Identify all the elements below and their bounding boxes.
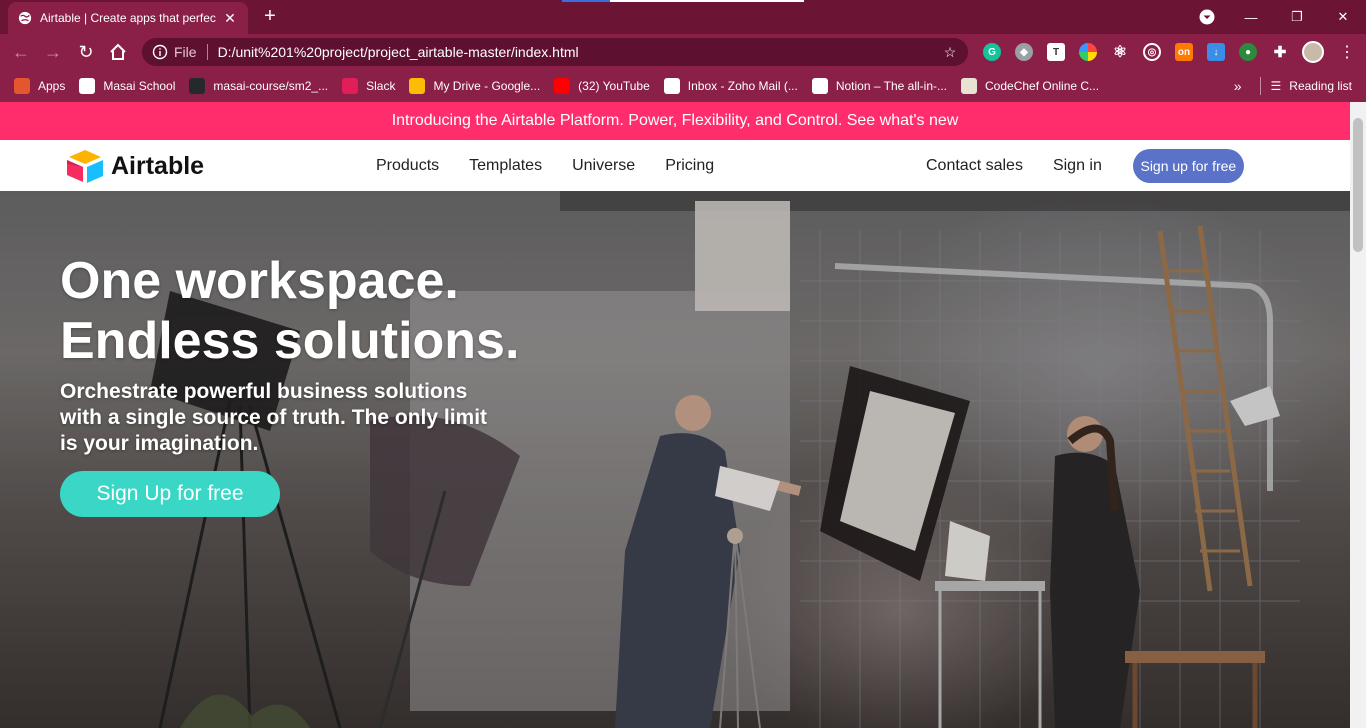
tab-loading-indicator: [562, 0, 804, 2]
reload-icon[interactable]: ↻: [73, 39, 99, 65]
hero-subtitle: Orchestrate powerful business solutions …: [60, 380, 488, 455]
bookmark-item[interactable]: (32) YouTube: [554, 78, 650, 94]
logo-text: Airtable: [111, 151, 205, 180]
webpage: Introducing the Airtable Platform. Power…: [0, 102, 1350, 728]
scrollbar-thumb[interactable]: [1353, 118, 1363, 252]
bookmark-item[interactable]: Apps: [14, 78, 65, 94]
bookmarks-right: » ☰ Reading list: [1234, 70, 1352, 102]
bookmarks-overflow-icon[interactable]: »: [1234, 78, 1242, 94]
contact-sales-link[interactable]: Contact sales: [926, 157, 1023, 175]
announcement-banner[interactable]: Introducing the Airtable Platform. Power…: [0, 102, 1350, 140]
react-devtools-icon[interactable]: ⚛: [1111, 43, 1129, 61]
bookmark-item[interactable]: Masai School: [79, 78, 175, 94]
bookmark-item[interactable]: Notion – The all-in-...: [811, 78, 947, 94]
slack-icon: [342, 78, 359, 94]
nav-signup-button[interactable]: Sign up for free: [1132, 148, 1244, 183]
hero-section: One workspace. Endless solutions. Orches…: [0, 191, 1350, 728]
globe-icon: [18, 11, 32, 25]
bookmark-label: Inbox - Zoho Mail (...: [687, 79, 798, 93]
back-icon[interactable]: ←: [8, 39, 34, 65]
target-extension-icon[interactable]: ◎: [1143, 43, 1161, 61]
info-icon[interactable]: [152, 44, 168, 60]
airtable-logo-icon: [67, 150, 103, 183]
text-extension-icon[interactable]: T: [1047, 43, 1065, 61]
hero-signup-button[interactable]: Sign Up for free: [60, 471, 280, 517]
google-drive-icon: [409, 78, 426, 94]
profile-avatar[interactable]: [1302, 41, 1324, 63]
bookmark-item[interactable]: My Drive - Google...: [409, 78, 540, 94]
bookmark-label: (32) YouTube: [578, 79, 650, 93]
bookmarks-bar: Apps Masai School masai-course/sm2_... Slac…: [0, 70, 1366, 102]
url-scheme-label: File: [174, 44, 197, 60]
bookmarks-divider: [1259, 77, 1261, 95]
eraser-extension-icon[interactable]: ◆: [1015, 43, 1033, 61]
window-close-button[interactable]: ✕: [1320, 0, 1366, 34]
reading-list-button[interactable]: Reading list: [1289, 79, 1352, 93]
download-extension-icon[interactable]: ↓: [1207, 43, 1225, 61]
hero-content: One workspace. Endless solutions. Orches…: [60, 251, 660, 517]
site-navbar: Airtable Products Templates Universe Pri…: [0, 140, 1350, 191]
grammarly-extension-icon[interactable]: G: [983, 43, 1001, 61]
extensions-puzzle-icon[interactable]: ✚: [1271, 43, 1289, 61]
bookmark-item[interactable]: CodeChef Online C...: [961, 78, 1099, 94]
new-tab-button[interactable]: +: [258, 6, 282, 28]
forward-icon[interactable]: →: [40, 39, 66, 65]
nav-link-products[interactable]: Products: [376, 157, 439, 175]
browser-toolbar: ← → ↻ File D:/unit%201%20project/project…: [0, 34, 1366, 70]
minimize-button[interactable]: —: [1228, 0, 1274, 34]
home-icon[interactable]: [105, 39, 131, 65]
primary-nav: Products Templates Universe Pricing: [376, 140, 714, 191]
codechef-icon: [961, 78, 977, 94]
color-picker-extension-icon[interactable]: [1079, 43, 1097, 61]
bookmark-label: Apps: [38, 79, 66, 93]
page-scrollbar[interactable]: [1350, 102, 1366, 728]
github-icon: [189, 78, 206, 94]
notion-icon: [811, 78, 828, 94]
browser-tabstrip: Airtable | Create apps that perfec ✕ + —…: [0, 0, 1366, 34]
bookmark-label: Masai School: [103, 79, 176, 93]
zoho-mail-icon: [663, 78, 680, 94]
address-bar[interactable]: File D:/unit%201%20project/project_airta…: [142, 38, 968, 66]
bookmark-item[interactable]: masai-course/sm2_...: [189, 78, 328, 94]
profile-dropdown-icon[interactable]: [1184, 0, 1230, 34]
hero-title: One workspace. Endless solutions.: [60, 251, 660, 371]
secondary-nav: Contact sales Sign in Sign up for free: [926, 140, 1244, 191]
apps-grid-icon: [14, 78, 30, 94]
nav-link-templates[interactable]: Templates: [469, 157, 542, 175]
bookmark-label: masai-course/sm2_...: [213, 79, 329, 93]
bookmark-label: Slack: [366, 79, 396, 93]
hero-title-line-2: Endless solutions.: [60, 312, 520, 370]
omnibox-divider: [206, 44, 208, 60]
browser-tab-airtable[interactable]: Airtable | Create apps that perfec ✕: [8, 2, 248, 34]
reading-list-icon[interactable]: ☰: [1271, 79, 1282, 93]
bookmark-label: Notion – The all-in-...: [835, 79, 947, 93]
bookmark-item[interactable]: Inbox - Zoho Mail (...: [663, 78, 798, 94]
on-toggle-extension-icon[interactable]: on: [1175, 43, 1193, 61]
nav-link-pricing[interactable]: Pricing: [665, 157, 714, 175]
bookmark-item[interactable]: Slack: [342, 78, 395, 94]
globe-icon: [79, 78, 96, 94]
bookmark-label: My Drive - Google...: [433, 79, 541, 93]
green-extension-icon[interactable]: ●: [1239, 43, 1257, 61]
tab-close-icon[interactable]: ✕: [222, 10, 238, 27]
url-text[interactable]: D:/unit%201%20project/project_airtable-m…: [218, 44, 940, 60]
browser-menu-icon[interactable]: ⋮: [1334, 39, 1360, 65]
airtable-logo[interactable]: Airtable: [66, 149, 204, 183]
restore-button[interactable]: ❐: [1274, 0, 1320, 34]
tab-title: Airtable | Create apps that perfec: [40, 11, 216, 25]
bookmark-star-icon[interactable]: ☆: [940, 44, 960, 61]
bookmark-label: CodeChef Online C...: [985, 79, 1100, 93]
sign-in-link[interactable]: Sign in: [1053, 157, 1102, 175]
hero-title-line-1: One workspace.: [60, 252, 459, 310]
nav-link-universe[interactable]: Universe: [572, 157, 635, 175]
youtube-icon: [554, 78, 571, 94]
